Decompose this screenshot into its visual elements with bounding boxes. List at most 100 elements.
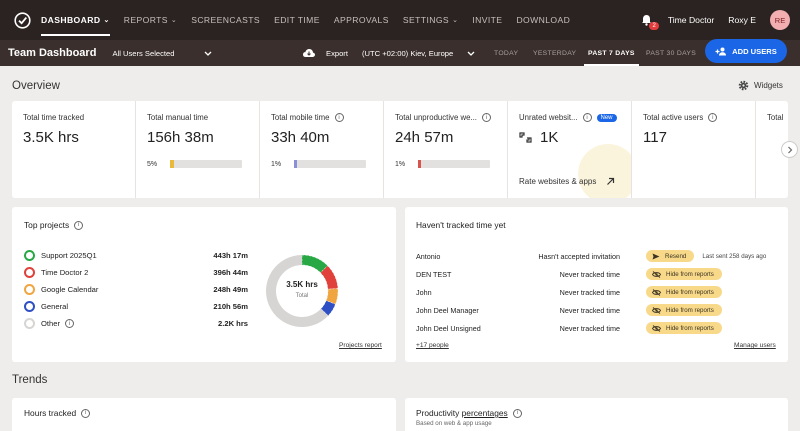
nav-menu: DASHBOARD ⌄ REPORTS ⌄ SCREENCASTS EDIT TIME AP… (41, 0, 584, 40)
metric-label: Unrated websit... (519, 113, 578, 122)
percent-bar-fill (294, 160, 297, 168)
percent-bar (294, 160, 367, 168)
rate-websites-label: Rate websites & apps (519, 177, 597, 186)
tracking-status: Never tracked time (559, 269, 620, 279)
nav-item-settings[interactable]: SETTINGS ⌄ (403, 0, 458, 40)
company-name[interactable]: Time Doctor (668, 15, 714, 25)
user-filter-label: All Users Selected (112, 48, 175, 58)
project-name: General (41, 302, 69, 311)
range-tab-past-30-days[interactable]: PAST 30 DAYS (646, 40, 696, 66)
project-color-icon (24, 318, 35, 329)
productivity-subtitle: Based on web & app usage (416, 420, 492, 427)
info-icon[interactable]: i (81, 408, 91, 418)
user-name-cell: John Deel Manager (416, 305, 479, 315)
nav-item-edit-time[interactable]: EDIT TIME (274, 0, 320, 40)
metric-percent: 1% (395, 160, 406, 168)
chevron-down-icon: ⌄ (170, 17, 178, 24)
nav-item-invite[interactable]: INVITE (472, 0, 502, 40)
hours-tracked-title: Hours tracked i (24, 408, 91, 418)
widgets-button[interactable]: Widgets (738, 80, 783, 91)
nav-item-screencasts[interactable]: SCREENCASTS (191, 0, 260, 40)
info-icon[interactable]: i (582, 113, 592, 122)
arrow-up-right-icon (607, 177, 615, 185)
user-name-cell: Antonio (416, 251, 441, 261)
nav-item-download[interactable]: DOWNLOAD (516, 0, 570, 40)
user-filter-dropdown[interactable]: All Users Selected (112, 49, 212, 58)
nav-item-approvals[interactable]: APPROVALS (334, 0, 389, 40)
eye-off-icon (652, 306, 661, 314)
metric-total-unproductive[interactable]: Total unproductive we... i 24h 57m 1% (384, 101, 508, 198)
untracked-row: John Never tracked time Hide from reports (416, 285, 786, 299)
untracked-row: John Deel Unsigned Never tracked time Hide… (416, 321, 786, 335)
chevron-down-icon (204, 51, 212, 56)
metric-label: Total mobile time (271, 113, 330, 122)
range-tab-today[interactable]: TODAY (494, 40, 518, 66)
chevron-down-icon (467, 51, 475, 56)
chevron-right-icon (787, 146, 792, 153)
hide-from-reports-button[interactable]: Hide from reports (646, 268, 722, 280)
more-people-link[interactable]: +17 people (416, 342, 449, 349)
time-doctor-logo-icon[interactable] (13, 11, 31, 29)
tracking-status: Hasn't accepted invitation (538, 251, 620, 261)
info-icon[interactable]: i (74, 220, 84, 230)
metric-value: 1K (540, 129, 559, 146)
cloud-download-icon (303, 49, 315, 57)
add-users-label: ADD USERS (732, 46, 777, 56)
metric-value: 117 (643, 129, 667, 146)
range-tab-past-7-days[interactable]: PAST 7 DAYS (584, 40, 639, 66)
info-icon[interactable]: i (334, 113, 344, 122)
info-icon[interactable]: i (481, 113, 491, 122)
nav-item-label: REPORTS (123, 15, 168, 25)
notification-bell-icon[interactable]: 2 (640, 13, 659, 30)
metric-total-time-tracked[interactable]: Total time tracked 3.5K hrs (12, 101, 136, 198)
export-label: Export (326, 48, 348, 58)
info-icon[interactable]: i (512, 408, 522, 418)
metric-total-mobile-time[interactable]: Total mobile time i 33h 40m 1% (260, 101, 384, 198)
decorative-circle (578, 144, 631, 198)
project-name: Google Calendar (41, 285, 99, 294)
page-title: Team Dashboard (8, 47, 97, 59)
hide-from-reports-button[interactable]: Hide from reports (646, 304, 722, 316)
info-icon[interactable]: i (65, 319, 74, 328)
projects-report-link[interactable]: Projects report (339, 342, 382, 349)
user-name-cell: DEN TEST (416, 269, 452, 279)
nav-item-reports[interactable]: REPORTS ⌄ (124, 0, 177, 40)
tracking-status: Never tracked time (559, 287, 620, 297)
untracked-row: DEN TEST Never tracked time Hide from repo… (416, 267, 786, 281)
nav-item-dashboard[interactable]: DASHBOARD ⌄ (41, 0, 110, 40)
hide-from-reports-button[interactable]: Hide from reports (646, 286, 722, 298)
export-button[interactable]: Export (302, 40, 348, 66)
productivity-percentages-link[interactable]: percentages (462, 408, 508, 418)
resend-button[interactable]: Resend (646, 250, 695, 262)
manage-users-link[interactable]: Manage users (734, 342, 776, 349)
rate-websites-link[interactable]: Rate websites & apps (519, 177, 615, 186)
project-time: 210h 56m (213, 302, 248, 311)
thumbs-rating-icon (519, 132, 532, 143)
project-row[interactable]: Time Doctor 2 396h 44m (12, 267, 248, 278)
sub-header: Team Dashboard All Users Selected Export… (0, 40, 800, 66)
avatar[interactable]: RE (770, 10, 790, 30)
nav-item-label: DASHBOARD (41, 15, 101, 25)
hide-from-reports-button[interactable]: Hide from reports (646, 322, 722, 334)
user-name[interactable]: Roxy E (728, 15, 756, 25)
metric-total-active-users[interactable]: Total active users i 117 (632, 101, 756, 198)
info-icon[interactable]: i (708, 113, 718, 122)
metric-total-manual-time[interactable]: Total manual time 156h 38m 5% (136, 101, 260, 198)
project-row[interactable]: Other i 2.2K hrs (12, 318, 248, 329)
timezone-dropdown[interactable]: (UTC +02:00) Kiev, Europe (362, 40, 475, 66)
range-tab-yesterday[interactable]: YESTERDAY (533, 40, 576, 66)
project-row[interactable]: Google Calendar 248h 49m (12, 284, 248, 295)
eye-off-icon (652, 270, 661, 278)
project-row[interactable]: Support 2025Q1 443h 17m (12, 250, 248, 261)
scroll-right-button[interactable] (781, 141, 798, 158)
add-users-button[interactable]: ADD USERS (705, 39, 787, 63)
metric-unrated-websites[interactable]: Unrated websit... i New 1K Rate websites &… (508, 101, 632, 198)
untracked-title: Haven't tracked time yet (416, 220, 506, 230)
action-label: Hide from reports (666, 324, 714, 332)
nav-item-label: DOWNLOAD (516, 15, 571, 25)
action-label: Hide from reports (666, 270, 714, 278)
project-row[interactable]: General 210h 56m (12, 301, 248, 312)
metric-label: Total active users (643, 113, 704, 122)
action-label: Hide from reports (666, 306, 714, 314)
top-navigation: DASHBOARD ⌄ REPORTS ⌄ SCREENCASTS EDIT TIME AP… (0, 0, 800, 40)
